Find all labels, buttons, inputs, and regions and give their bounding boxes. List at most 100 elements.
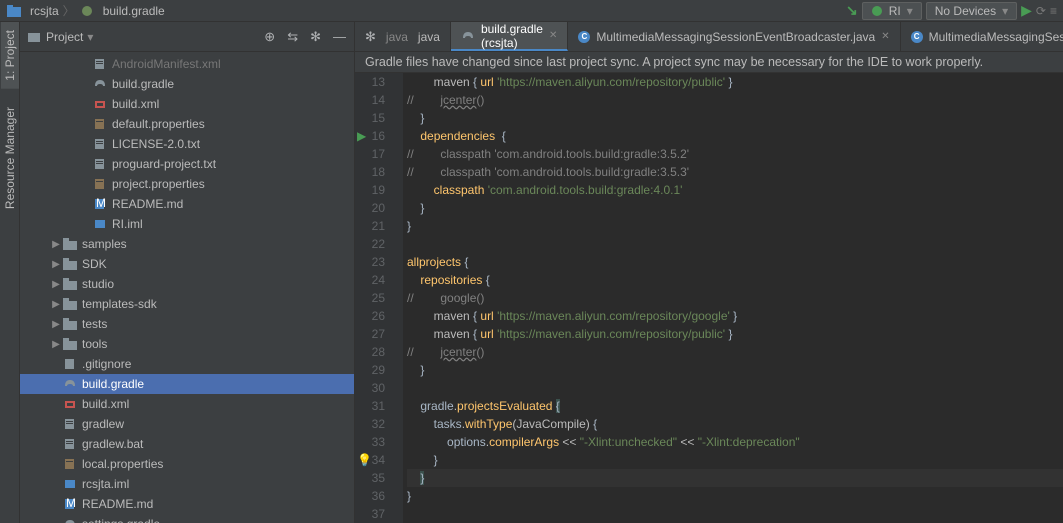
debug-button[interactable]: ⟳ — [1036, 4, 1046, 18]
breadcrumb: rcsjta 〉 build.gradle — [6, 2, 165, 19]
project-dropdown[interactable]: Project — [46, 30, 83, 44]
file-icon — [62, 418, 78, 430]
tree-file[interactable]: project.properties — [20, 174, 354, 194]
tab-label: MultimediaMessagingSessionEventBroadcast… — [596, 30, 875, 44]
tree-file[interactable]: build.xml — [20, 94, 354, 114]
file-icon — [62, 518, 78, 523]
tree-file[interactable]: gradlew — [20, 414, 354, 434]
editor-tab[interactable]: build.gradle (rcsjta) ✕ — [451, 22, 568, 51]
tree-file[interactable]: RI.iml — [20, 214, 354, 234]
tree-file[interactable]: rcsjta.iml — [20, 474, 354, 494]
class-icon: C — [578, 31, 590, 43]
tree-folder[interactable]: ▶ studio — [20, 274, 354, 294]
file-icon — [62, 438, 78, 450]
profile-button[interactable]: ≡ — [1050, 4, 1057, 18]
expand-arrow-icon[interactable]: ▶ — [50, 279, 62, 290]
tree-item-label: local.properties — [82, 457, 163, 471]
svg-text:M: M — [66, 498, 76, 510]
file-icon — [62, 378, 78, 390]
line-gutter[interactable]: 131415▶161718192021222324252627282930313… — [355, 73, 403, 523]
breadcrumb-sep-icon: 〉 — [63, 2, 75, 19]
editor-tab[interactable]: C MultimediaMessagingSessionEventBroadcas… — [568, 22, 900, 51]
code-lines[interactable]: maven { url 'https://maven.aliyun.com/re… — [403, 73, 1063, 523]
tab-label: build.gradle (rcsjta) — [481, 22, 543, 50]
editor-tab[interactable]: CMultimediaMessagingSessionLi — [901, 22, 1063, 51]
file-icon — [92, 138, 108, 150]
project-panel: Project ▾ ⊕ ⇆ ✻ — AndroidManifest.xml bui… — [20, 22, 355, 523]
breadcrumb-root[interactable]: rcsjta — [30, 4, 59, 18]
file-icon — [62, 238, 78, 250]
collapse-icon[interactable]: ⇆ — [287, 29, 298, 45]
chevron-down-icon[interactable]: ▾ — [87, 30, 93, 44]
class-icon: C — [911, 31, 923, 43]
expand-arrow-icon[interactable]: ▶ — [50, 339, 62, 350]
tree-folder[interactable]: ▶templates-sdk — [20, 294, 354, 314]
expand-arrow-icon[interactable]: ▶ — [50, 259, 62, 270]
close-tab-icon[interactable]: ✕ — [549, 30, 557, 41]
sync-banner[interactable]: Gradle files have changed since last pro… — [355, 52, 1063, 73]
tree-item-label: build.gradle — [82, 377, 144, 391]
tree-folder[interactable]: ▶ tests — [20, 314, 354, 334]
tree-file[interactable]: AndroidManifest.xml — [20, 54, 354, 74]
svg-text:M: M — [96, 198, 106, 210]
tree-item-label: default.properties — [112, 117, 205, 131]
tree-item-label: project.properties — [112, 177, 205, 191]
tree-file[interactable]: build.gradle — [20, 374, 354, 394]
file-icon — [62, 298, 78, 310]
tree-folder[interactable]: ▶ samples — [20, 234, 354, 254]
tree-file[interactable]: .gitignore — [20, 354, 354, 374]
run-button[interactable]: ▶ — [1021, 2, 1032, 19]
project-panel-header: Project ▾ ⊕ ⇆ ✻ — — [20, 22, 354, 52]
file-icon — [62, 338, 78, 350]
expand-arrow-icon[interactable]: ▶ — [50, 299, 62, 310]
gear-icon[interactable]: ✻ — [365, 29, 376, 45]
expand-arrow-icon[interactable]: ▶ — [50, 319, 62, 330]
runconfig-label: RI — [889, 4, 901, 18]
project-tree[interactable]: AndroidManifest.xml build.gradle build.xml… — [20, 52, 354, 523]
tree-item-label: SDK — [82, 257, 107, 271]
editor-tabs-row: ✻ java java build.gradle (rcsjta)✕CMulti… — [355, 22, 1063, 52]
tree-file[interactable]: default.properties — [20, 114, 354, 134]
tree-item-label: gradlew — [82, 417, 124, 431]
tree-item-label: tools — [82, 337, 107, 351]
close-tab-icon[interactable]: ✕ — [881, 31, 889, 42]
tree-item-label: tests — [82, 317, 107, 331]
tree-folder[interactable]: ▶ SDK — [20, 254, 354, 274]
tree-file[interactable]: gradlew.bat — [20, 434, 354, 454]
tree-item-label: LICENSE-2.0.txt — [112, 137, 200, 151]
gradle-icon — [79, 5, 95, 17]
code-editor[interactable]: 131415▶161718192021222324252627282930313… — [355, 73, 1063, 523]
file-icon — [62, 318, 78, 330]
file-icon — [62, 398, 78, 410]
android-icon — [871, 5, 883, 17]
tree-file[interactable]: LICENSE-2.0.txt — [20, 134, 354, 154]
hide-icon[interactable]: — — [333, 29, 346, 44]
top-bar: rcsjta 〉 build.gradle ↘ RI ▾ No Devices … — [0, 0, 1063, 22]
tree-file[interactable]: build.xml — [20, 394, 354, 414]
device-selector[interactable]: No Devices ▾ — [926, 2, 1017, 20]
locate-icon[interactable]: ⊕ — [264, 29, 275, 45]
settings-gear-icon[interactable]: ✻ — [310, 29, 321, 45]
file-icon — [62, 458, 78, 470]
chevron-down-icon: ▾ — [907, 4, 913, 18]
tree-item-label: settings.gradle — [82, 517, 160, 523]
tree-file[interactable]: MREADME.md — [20, 194, 354, 214]
expand-arrow-icon[interactable]: ▶ — [50, 239, 62, 250]
tab-project[interactable]: 1: Project — [1, 22, 19, 89]
tree-file[interactable]: settings.gradle — [20, 514, 354, 523]
tree-item-label: proguard-project.txt — [112, 157, 216, 171]
tree-item-label: build.gradle — [112, 77, 174, 91]
breadcrumb-file[interactable]: build.gradle — [103, 4, 165, 18]
tree-item-label: samples — [82, 237, 127, 251]
tree-file[interactable]: proguard-project.txt — [20, 154, 354, 174]
tree-folder[interactable]: ▶ tools — [20, 334, 354, 354]
runconfig-selector[interactable]: RI ▾ — [862, 2, 922, 20]
tree-file[interactable]: build.gradle — [20, 74, 354, 94]
tree-file[interactable]: MREADME.md — [20, 494, 354, 514]
editor-tabs: build.gradle (rcsjta)✕CMultimediaMessagi… — [451, 22, 1063, 51]
tree-item-label: studio — [82, 277, 114, 291]
tree-file[interactable]: local.properties — [20, 454, 354, 474]
tab-resource-manager[interactable]: Resource Manager — [1, 99, 19, 217]
file-icon: M — [92, 198, 108, 210]
sync-gradle-icon[interactable]: ↘ — [846, 2, 858, 19]
